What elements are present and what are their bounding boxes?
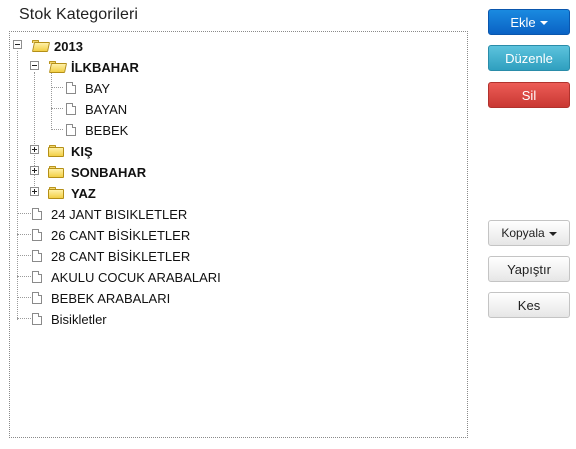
tree-line [17,297,31,298]
tree-node-label: 24 JANT BISIKLETLER [51,206,188,222]
tree-line [51,72,52,130]
tree-line [17,255,31,256]
file-icon [32,292,42,304]
tree-line [17,276,31,277]
expand-icon[interactable] [30,166,39,175]
folder-icon [31,39,51,53]
file-icon [32,250,42,262]
category-tree: 2013 İLKBAHAR BAY BAYAN BEBEK KIŞ SONBAH… [10,32,467,437]
tree-node-label: İLKBAHAR [71,59,139,75]
add-button[interactable]: Ekle [488,9,570,35]
paste-button[interactable]: Yapıştır [488,256,570,282]
tree-node-bebek-arabalari[interactable]: BEBEK ARABALARI [32,288,170,308]
tree-node-kis[interactable]: KIŞ [48,141,93,161]
tree-node-label: 26 CANT BİSİKLETLER [51,227,191,243]
cut-button[interactable]: Kes [488,292,570,318]
expand-icon[interactable] [30,145,39,154]
tree-node-label: AKULU COCUK ARABALARI [51,269,221,285]
tree-node-24-jant-bisikletler[interactable]: 24 JANT BISIKLETLER [32,204,187,224]
page-title: Stok Kategorileri [19,6,139,23]
tree-node-akulu-cocuk-arabalari[interactable]: AKULU COCUK ARABALARI [32,267,221,287]
file-icon [32,208,42,220]
folder-icon [48,165,65,179]
file-icon [32,271,42,283]
tree-node-bayan[interactable]: BAYAN [66,99,127,119]
tree-node-label: BEBEK [85,122,129,138]
tree-node-bay[interactable]: BAY [66,78,110,98]
file-icon [66,124,76,136]
caret-down-icon [539,21,548,25]
tree-node-label: BAYAN [85,101,128,117]
tree-node-2013[interactable]: 2013 [31,36,83,56]
tree-node-label: BAY [85,80,111,96]
expand-icon[interactable] [30,187,39,196]
tree-node-label: 2013 [54,38,83,54]
tree-node-ilkbahar[interactable]: İLKBAHAR [48,57,139,77]
tree-node-28-cant-bisikletler[interactable]: 28 CANT BİSİKLETLER [32,246,190,266]
cut-button-label: Kes [517,297,541,313]
copy-button[interactable]: Kopyala [488,220,570,246]
tree-node-bisikletler[interactable]: Bisikletler [32,309,107,329]
edit-button-label: Düzenle [505,50,553,66]
file-icon [32,229,42,241]
tree-node-label: BEBEK ARABALARI [51,290,171,306]
delete-button[interactable]: Sil [488,82,570,108]
tree-line [17,213,31,214]
edit-button[interactable]: Düzenle [488,45,570,71]
collapse-icon[interactable] [13,40,22,49]
folder-icon [48,144,65,158]
tree-line [17,51,18,320]
file-icon [66,82,76,94]
caret-down-icon [548,232,557,236]
delete-button-label: Sil [521,87,537,103]
tree-node-label: SONBAHAR [71,164,147,180]
tree-node-label: YAZ [71,185,96,201]
tree-line [17,234,31,235]
tree-line [17,318,31,319]
folder-icon [48,186,65,200]
folder-icon [48,60,68,74]
tree-node-26-cant-bisikletler[interactable]: 26 CANT BİSİKLETLER [32,225,190,245]
tree-node-yaz[interactable]: YAZ [48,183,96,203]
file-icon [32,313,42,325]
tree-node-label: Bisikletler [51,311,107,327]
tree-node-bebek[interactable]: BEBEK [66,120,128,140]
tree-line [51,129,63,130]
copy-button-label: Kopyala [501,226,545,240]
tree-node-label: 28 CANT BİSİKLETLER [51,248,191,264]
collapse-icon[interactable] [30,61,39,70]
tree-node-label: KIŞ [71,143,93,159]
tree-line [51,108,63,109]
paste-button-label: Yapıştır [507,261,551,277]
tree-node-sonbahar[interactable]: SONBAHAR [48,162,146,182]
category-tree-panel[interactable]: 2013 İLKBAHAR BAY BAYAN BEBEK KIŞ SONBAH… [9,31,468,438]
file-icon [66,103,76,115]
add-button-label: Ekle [510,14,536,30]
tree-line [51,87,63,88]
